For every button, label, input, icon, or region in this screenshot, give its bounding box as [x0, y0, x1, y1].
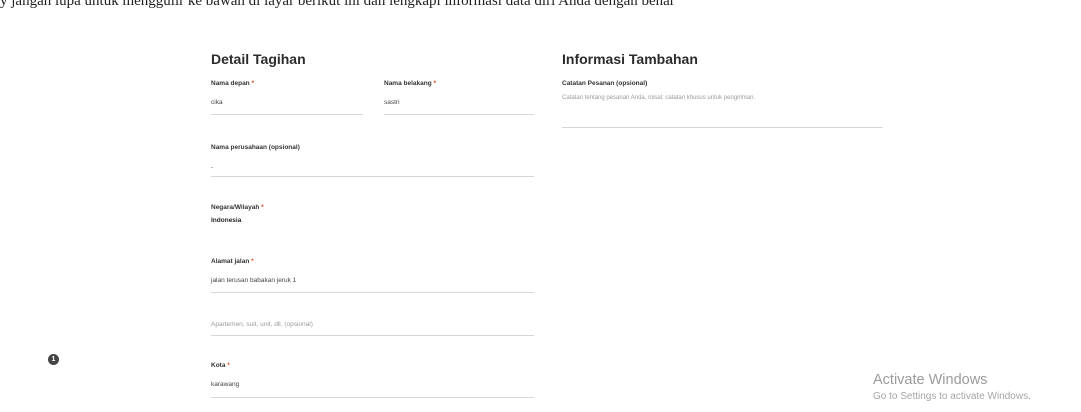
country-field[interactable]: Negara/Wilayah * Indonesia: [211, 203, 534, 229]
last-name-label: Nama belakang: [384, 80, 432, 87]
street-address-value: jalan terusan babakan jeruk 1: [211, 277, 297, 284]
additional-info-section-title: Informasi Tambahan: [562, 51, 698, 67]
apartment-placeholder: Apartemen, suit, unit, dll. (opsional): [211, 321, 313, 328]
watermark-title: Activate Windows: [873, 372, 988, 388]
company-underline: [211, 176, 534, 177]
street-address-underline: [211, 292, 534, 293]
required-asterisk: *: [251, 80, 254, 87]
windows-activation-watermark: Activate Windows Go to Settings to activ…: [873, 372, 1031, 403]
first-name-underline: [211, 114, 363, 115]
order-notes-label: Catatan Pesanan (opsional): [562, 80, 648, 87]
required-asterisk: *: [227, 362, 230, 369]
street-address-label: Alamat jalan: [211, 258, 250, 265]
country-value: Indonesia: [211, 217, 242, 224]
apartment-underline: [211, 335, 534, 336]
last-name-field[interactable]: Nama belakang * sastri: [384, 79, 534, 115]
first-name-value: cika: [211, 99, 223, 106]
billing-section-title: Detail Tagihan: [211, 51, 306, 67]
apartment-field[interactable]: Apartemen, suit, unit, dll. (opsional): [211, 320, 534, 336]
company-label: Nama perusahaan (opsional): [211, 144, 300, 151]
first-name-field[interactable]: Nama depan * cika: [211, 79, 363, 115]
country-label: Negara/Wilayah: [211, 204, 260, 211]
order-notes-field[interactable]: Catatan Pesanan (opsional) Catatan tenta…: [562, 79, 883, 128]
order-notes-placeholder: Catatan tentang pesanan Anda, misal: cat…: [562, 95, 756, 101]
first-name-label: Nama depan: [211, 80, 250, 87]
city-label: Kota: [211, 362, 226, 369]
city-value: karawang: [211, 381, 240, 388]
required-asterisk: *: [433, 80, 437, 87]
order-notes-underline: [562, 127, 883, 128]
company-value: -: [211, 164, 214, 171]
last-name-underline: [384, 114, 534, 115]
required-asterisk: *: [251, 258, 254, 265]
instruction-caption: y jangan lupa untuk menggulir ke bawah d…: [0, 0, 675, 9]
last-name-value: sastri: [384, 99, 400, 106]
city-underline: [211, 397, 534, 398]
street-address-field[interactable]: Alamat jalan * jalan terusan babakan jer…: [211, 257, 534, 293]
city-field[interactable]: Kota * karawang: [211, 361, 534, 398]
company-field[interactable]: Nama perusahaan (opsional) -: [211, 143, 534, 177]
required-asterisk: *: [261, 204, 264, 211]
watermark-subtitle: Go to Settings to activate Windows.: [873, 391, 1031, 402]
step-number-badge: 1: [48, 354, 59, 365]
